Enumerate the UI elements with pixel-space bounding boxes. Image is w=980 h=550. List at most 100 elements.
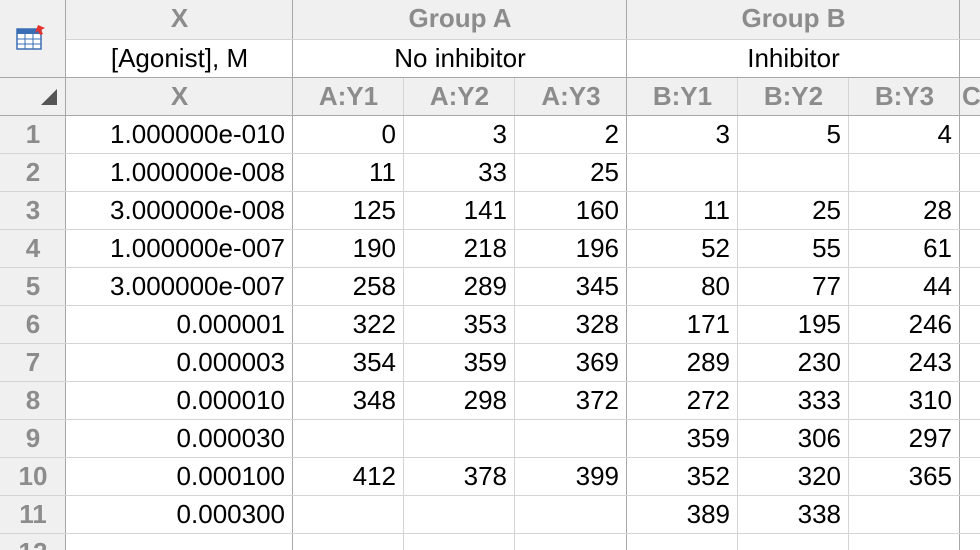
y-value-cell[interactable]: 306 (738, 420, 849, 458)
y-value-cell[interactable]: 218 (404, 230, 515, 268)
group-title[interactable]: Group A (293, 0, 627, 40)
y-value-cell[interactable]: 378 (404, 458, 515, 496)
row-number[interactable]: 2 (0, 154, 66, 192)
y-value-cell[interactable] (849, 154, 960, 192)
select-all-triangle-icon[interactable] (40, 88, 58, 106)
y-value-cell[interactable] (293, 420, 404, 458)
y-value-cell[interactable]: 297 (849, 420, 960, 458)
y-value-cell[interactable]: 328 (515, 306, 627, 344)
empty-cell[interactable] (960, 458, 980, 496)
y-value-cell[interactable]: 25 (515, 154, 627, 192)
y-value-cell[interactable] (627, 534, 738, 550)
y-value-cell[interactable]: 338 (738, 496, 849, 534)
y-value-cell[interactable]: 61 (849, 230, 960, 268)
y-value-cell[interactable]: 3 (404, 116, 515, 154)
y-value-cell[interactable]: 2 (515, 116, 627, 154)
subcolumn-header[interactable]: A:Y3 (515, 78, 627, 116)
y-value-cell[interactable]: 52 (627, 230, 738, 268)
y-value-cell[interactable]: 389 (627, 496, 738, 534)
x-value-cell[interactable]: 0.000003 (66, 344, 293, 382)
subcolumn-header-partial[interactable]: C (960, 78, 980, 116)
empty-cell[interactable] (960, 154, 980, 192)
empty-cell[interactable] (960, 496, 980, 534)
y-value-cell[interactable]: 80 (627, 268, 738, 306)
empty-cell[interactable] (960, 116, 980, 154)
x-value-cell[interactable]: 3.000000e-007 (66, 268, 293, 306)
row-number[interactable]: 9 (0, 420, 66, 458)
row-number[interactable]: 12 (0, 534, 66, 550)
y-value-cell[interactable]: 289 (627, 344, 738, 382)
empty-cell[interactable] (960, 534, 980, 550)
y-value-cell[interactable]: 3 (627, 116, 738, 154)
y-value-cell[interactable] (293, 534, 404, 550)
row-number[interactable]: 11 (0, 496, 66, 534)
y-value-cell[interactable]: 345 (515, 268, 627, 306)
y-value-cell[interactable]: 359 (404, 344, 515, 382)
y-value-cell[interactable]: 160 (515, 192, 627, 230)
empty-cell[interactable] (960, 382, 980, 420)
y-value-cell[interactable]: 412 (293, 458, 404, 496)
y-value-cell[interactable]: 28 (849, 192, 960, 230)
subcolumn-header[interactable]: A:Y1 (293, 78, 404, 116)
group-subtitle[interactable]: No inhibitor (293, 40, 627, 78)
y-value-cell[interactable]: 298 (404, 382, 515, 420)
y-value-cell[interactable] (627, 154, 738, 192)
y-value-cell[interactable]: 195 (738, 306, 849, 344)
y-value-cell[interactable] (849, 534, 960, 550)
y-value-cell[interactable]: 352 (627, 458, 738, 496)
row-number[interactable]: 1 (0, 116, 66, 154)
row-number[interactable]: 4 (0, 230, 66, 268)
x-value-cell[interactable] (66, 534, 293, 550)
y-value-cell[interactable]: 258 (293, 268, 404, 306)
x-value-cell[interactable]: 1.000000e-010 (66, 116, 293, 154)
y-value-cell[interactable]: 44 (849, 268, 960, 306)
row-number[interactable]: 10 (0, 458, 66, 496)
empty-cell[interactable] (960, 306, 980, 344)
group-title[interactable]: Group B (627, 0, 960, 40)
empty-cell[interactable] (960, 420, 980, 458)
x-value-cell[interactable]: 0.000030 (66, 420, 293, 458)
x-value-cell[interactable]: 1.000000e-008 (66, 154, 293, 192)
y-value-cell[interactable]: 33 (404, 154, 515, 192)
group-subtitle-partial[interactable] (960, 40, 980, 78)
subcolumn-header[interactable]: B:Y1 (627, 78, 738, 116)
y-value-cell[interactable] (515, 496, 627, 534)
y-value-cell[interactable]: 171 (627, 306, 738, 344)
y-value-cell[interactable]: 369 (515, 344, 627, 382)
y-value-cell[interactable] (738, 154, 849, 192)
y-value-cell[interactable]: 333 (738, 382, 849, 420)
y-value-cell[interactable]: 0 (293, 116, 404, 154)
x-value-cell[interactable]: 0.000300 (66, 496, 293, 534)
row-number[interactable]: 6 (0, 306, 66, 344)
y-value-cell[interactable] (404, 496, 515, 534)
empty-cell[interactable] (960, 344, 980, 382)
empty-cell[interactable] (960, 230, 980, 268)
x-column-header[interactable]: X (66, 78, 293, 116)
table-icon[interactable] (16, 24, 46, 52)
y-value-cell[interactable] (515, 534, 627, 550)
x-value-cell[interactable]: 0.000010 (66, 382, 293, 420)
empty-cell[interactable] (960, 268, 980, 306)
y-value-cell[interactable] (404, 534, 515, 550)
y-value-cell[interactable]: 322 (293, 306, 404, 344)
row-number[interactable]: 7 (0, 344, 66, 382)
x-column-title[interactable]: X (66, 0, 293, 40)
y-value-cell[interactable]: 230 (738, 344, 849, 382)
y-value-cell[interactable]: 354 (293, 344, 404, 382)
y-value-cell[interactable]: 55 (738, 230, 849, 268)
x-value-cell[interactable]: 0.000001 (66, 306, 293, 344)
row-number[interactable]: 8 (0, 382, 66, 420)
y-value-cell[interactable]: 348 (293, 382, 404, 420)
y-value-cell[interactable]: 141 (404, 192, 515, 230)
y-value-cell[interactable]: 246 (849, 306, 960, 344)
y-value-cell[interactable]: 11 (627, 192, 738, 230)
group-title-partial[interactable] (960, 0, 980, 40)
y-value-cell[interactable] (849, 496, 960, 534)
y-value-cell[interactable]: 25 (738, 192, 849, 230)
y-value-cell[interactable]: 310 (849, 382, 960, 420)
y-value-cell[interactable]: 365 (849, 458, 960, 496)
y-value-cell[interactable] (293, 496, 404, 534)
y-value-cell[interactable]: 5 (738, 116, 849, 154)
x-value-cell[interactable]: 3.000000e-008 (66, 192, 293, 230)
subcolumn-header[interactable]: B:Y3 (849, 78, 960, 116)
